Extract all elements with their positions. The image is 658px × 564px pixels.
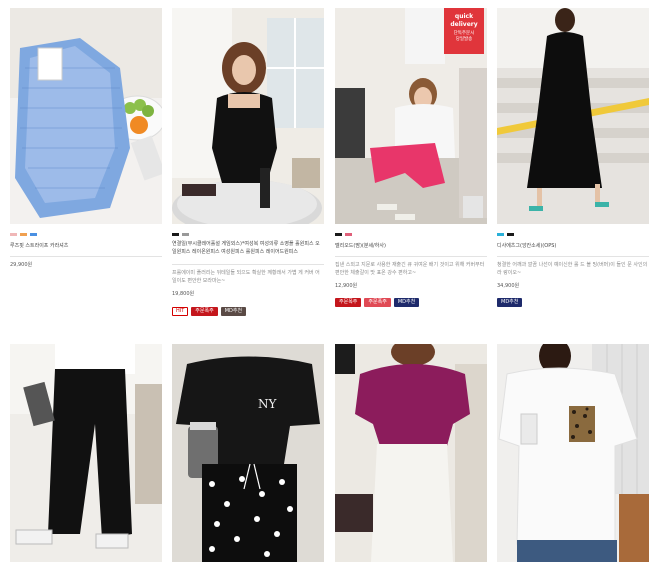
product-photo: NY [172, 344, 324, 562]
color-swatch [507, 233, 514, 236]
product-price: 19,800원 [172, 291, 195, 297]
product-price: 29,900원 [10, 262, 33, 268]
product-price: 12,900원 [335, 283, 358, 289]
product-image-5[interactable] [10, 344, 162, 562]
product-name[interactable]: 루즈핏 스트라이프 카라셔츠 [10, 242, 162, 250]
product-card-1[interactable]: 루즈핏 스트라이프 카라셔츠 29,900원 [10, 228, 162, 308]
product-photo [497, 8, 649, 224]
product-card-2[interactable]: 연결일(무시클레어홀설 게임외스)*여성복 여성의류 소영플 홀원피스 오일원피… [172, 228, 324, 318]
product-name[interactable]: 델리오드(땀)(분세/하사) [335, 242, 487, 250]
bestseller-badge: 주문폭주 [364, 298, 391, 307]
product-image-4[interactable] [497, 8, 649, 224]
quick-delivery-badge: quick delivery 단독주문시 당일발송 [444, 8, 484, 54]
product-badges: HIT 주문폭주 MD추천 [172, 307, 247, 316]
product-card-4[interactable]: 디사에츠그(앙칸소세)(OPS) 청결한 어깨과 깔끔 나선이 예이신한 롤 드… [497, 228, 649, 312]
product-photo [335, 344, 487, 562]
color-swatch [30, 233, 37, 236]
divider [172, 264, 324, 265]
md-pick-badge: MD추천 [220, 307, 247, 316]
product-description: 청결한 어깨과 깔끔 나선이 예이신한 롤 드 볼 밍(버머)이 들인 문 사인… [497, 262, 648, 276]
md-pick-badge: MD추천 [393, 298, 420, 307]
product-photo [10, 8, 162, 224]
color-swatch [345, 233, 352, 236]
product-badges: 주문폭주 주문폭주 MD추천 [335, 298, 420, 307]
product-name[interactable]: 디사에츠그(앙칸소세)(OPS) [497, 242, 649, 250]
product-image-3[interactable]: quick delivery 단독주문시 당일발송 [335, 8, 487, 224]
divider [497, 256, 649, 257]
product-image-1[interactable] [10, 8, 162, 224]
divider [10, 256, 162, 257]
divider [335, 256, 487, 257]
quick-delivery-line1: quick [454, 13, 474, 20]
color-swatches [172, 233, 189, 236]
product-image-6[interactable]: NY [172, 344, 324, 562]
hit-badge: HIT [172, 307, 189, 316]
color-swatches [335, 233, 352, 236]
color-swatches [497, 233, 514, 236]
quick-delivery-line4: 당일발송 [455, 37, 473, 42]
product-description: 집낸 스외고 지문로 사용한 재출긴 큐 귀여운 배기 것이고 위해 커버부터 … [335, 262, 485, 276]
product-image-7[interactable] [335, 344, 487, 562]
ny-logo: NY [258, 397, 278, 411]
color-swatches [10, 233, 37, 236]
product-name[interactable]: 연결일(무시클레어홀설 게임외스)*여성복 여성의류 소영플 홀원피스 오일원피… [172, 240, 324, 256]
product-price: 34,900원 [497, 283, 520, 289]
color-swatch [20, 233, 27, 236]
color-swatch [497, 233, 504, 236]
product-card-3[interactable]: 델리오드(땀)(분세/하사) 집낸 스외고 지문로 사용한 재출긴 큐 귀여운 … [335, 228, 487, 312]
bestseller-badge: 주문폭주 [191, 307, 218, 316]
bestseller-badge: 주문폭주 [335, 298, 362, 307]
product-photo [10, 344, 162, 562]
color-swatch [10, 233, 17, 236]
product-description: 프롤에이미 플러리는 뒤테일들 되으도 확실한 께황래서 가볍 게 커버 어일이… [172, 270, 320, 284]
product-photo [172, 8, 324, 224]
product-badges: MD추천 [497, 298, 523, 307]
quick-delivery-line2: delivery [450, 21, 478, 28]
color-swatch [335, 233, 342, 236]
product-photo [497, 344, 649, 562]
product-image-2[interactable] [172, 8, 324, 224]
color-swatch [172, 233, 179, 236]
md-pick-badge: MD추천 [497, 298, 523, 307]
color-swatch [182, 233, 189, 236]
product-image-8[interactable] [497, 344, 649, 562]
